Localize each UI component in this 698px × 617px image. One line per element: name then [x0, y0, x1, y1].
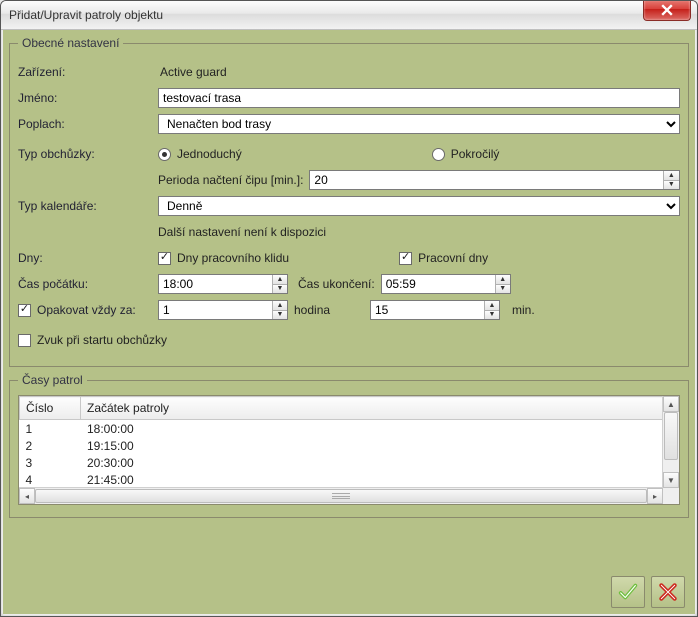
sound-on-start-label: Zvuk při startu obchůzky	[37, 333, 167, 347]
patrol-times-legend: Časy patrol	[18, 373, 87, 387]
calendar-type-label: Typ kalendáře:	[18, 199, 158, 213]
holidays-checkbox[interactable]: Dny pracovního klidu	[158, 251, 289, 265]
spinner-down-icon[interactable]: ▼	[485, 311, 499, 320]
dialog-actions	[611, 576, 685, 608]
cell-number: 2	[20, 437, 81, 454]
table-row[interactable]: 320:30:00	[20, 454, 663, 471]
spinner-down-icon[interactable]: ▼	[664, 181, 679, 190]
end-time-input[interactable]	[382, 275, 495, 293]
scroll-down-icon[interactable]: ▼	[663, 472, 679, 488]
scrollbar-corner	[663, 488, 679, 504]
cross-icon	[658, 582, 678, 602]
repeat-hours-input[interactable]	[159, 301, 272, 319]
cell-start-time: 19:15:00	[81, 437, 663, 454]
general-settings-legend: Obecné nastavení	[18, 36, 123, 50]
period-input[interactable]	[310, 171, 662, 189]
end-time-label: Čas ukončení:	[298, 277, 375, 291]
patrol-times-panel: Časy patrol Číslo Začátek patroly 118:00…	[9, 373, 689, 518]
spinner-up-icon[interactable]: ▲	[273, 301, 287, 311]
radio-icon	[158, 148, 171, 161]
scroll-right-icon[interactable]: ▸	[647, 488, 663, 504]
scrollbar-thumb[interactable]	[664, 412, 678, 460]
start-time-spinner[interactable]: ▲▼	[158, 274, 288, 294]
spinner-down-icon[interactable]: ▼	[273, 285, 287, 294]
alarm-label: Poplach:	[18, 117, 158, 131]
radio-icon	[432, 148, 445, 161]
client-area: Obecné nastavení Zařízení: Active guard …	[3, 30, 695, 614]
repeat-minutes-spinner[interactable]: ▲▼	[370, 300, 500, 320]
table-row[interactable]: 421:45:00	[20, 471, 663, 488]
window-close-button[interactable]	[643, 0, 691, 21]
dialog-window: Přidat/Upravit patroly objektu Obecné na…	[0, 0, 698, 617]
repeat-hours-spinner[interactable]: ▲▼	[158, 300, 288, 320]
general-settings-panel: Obecné nastavení Zařízení: Active guard …	[9, 36, 689, 367]
scroll-up-icon[interactable]: ▲	[663, 396, 679, 412]
spinner-up-icon[interactable]: ▲	[496, 275, 510, 285]
days-label: Dny:	[18, 251, 158, 265]
repeat-minutes-input[interactable]	[371, 301, 484, 319]
patrol-times-grid: Číslo Začátek patroly 118:00:00219:15:00…	[18, 395, 680, 505]
patrol-type-advanced-label: Pokročilý	[451, 147, 500, 161]
workdays-checkbox-label: Pracovní dny	[418, 251, 488, 265]
spinner-up-icon[interactable]: ▲	[485, 301, 499, 311]
cell-number: 3	[20, 454, 81, 471]
workdays-checkbox[interactable]: Pracovní dny	[399, 251, 488, 265]
repeat-checkbox[interactable]: Opakovat vždy za:	[18, 303, 158, 317]
ok-button[interactable]	[611, 576, 645, 608]
start-time-input[interactable]	[159, 275, 272, 293]
start-time-label: Čas počátku:	[18, 277, 158, 291]
end-time-spinner[interactable]: ▲▼	[381, 274, 511, 294]
spinner-down-icon[interactable]: ▼	[273, 311, 287, 320]
spinner-up-icon[interactable]: ▲	[664, 171, 679, 181]
cell-number: 1	[20, 420, 81, 438]
extra-settings-note: Další nastavení není k dispozici	[158, 221, 680, 243]
calendar-type-select[interactable]: Denně	[158, 196, 680, 216]
device-label: Zařízení:	[18, 65, 158, 79]
period-label: Perioda načtení čipu [min.]:	[158, 173, 303, 187]
titlebar: Přidat/Upravit patroly objektu	[1, 1, 697, 30]
cell-start-time: 18:00:00	[81, 420, 663, 438]
device-value: Active guard	[158, 65, 680, 79]
patrol-type-simple-label: Jednoduchý	[177, 147, 242, 161]
checkbox-icon	[158, 252, 171, 265]
vertical-scrollbar[interactable]: ▲ ▼	[662, 396, 679, 488]
patrol-times-table: Číslo Začátek patroly 118:00:00219:15:00…	[19, 396, 663, 488]
table-row[interactable]: 118:00:00	[20, 420, 663, 438]
checkbox-icon	[18, 304, 31, 317]
column-header-number[interactable]: Číslo	[20, 397, 81, 420]
cell-start-time: 20:30:00	[81, 454, 663, 471]
name-label: Jméno:	[18, 91, 158, 105]
checkbox-icon	[18, 334, 31, 347]
horizontal-scrollbar[interactable]: ◂ ▸	[19, 487, 663, 504]
scrollbar-thumb[interactable]	[35, 489, 647, 503]
patrol-type-advanced-radio[interactable]: Pokročilý	[432, 147, 500, 161]
checkbox-icon	[399, 252, 412, 265]
spinner-up-icon[interactable]: ▲	[273, 275, 287, 285]
repeat-minutes-unit: min.	[512, 303, 535, 317]
repeat-checkbox-label: Opakovat vždy za:	[37, 303, 136, 317]
cell-number: 4	[20, 471, 81, 488]
patrol-type-simple-radio[interactable]: Jednoduchý	[158, 147, 242, 161]
period-spinner[interactable]: ▲▼	[309, 170, 680, 190]
alarm-select[interactable]: Nenačten bod trasy	[158, 114, 680, 134]
scroll-left-icon[interactable]: ◂	[19, 488, 35, 504]
sound-on-start-checkbox[interactable]: Zvuk při startu obchůzky	[18, 333, 167, 347]
repeat-hours-unit: hodina	[294, 303, 364, 317]
column-header-start[interactable]: Začátek patroly	[81, 397, 663, 420]
holidays-checkbox-label: Dny pracovního klidu	[177, 251, 289, 265]
spinner-down-icon[interactable]: ▼	[496, 285, 510, 294]
cancel-button[interactable]	[651, 576, 685, 608]
checkmark-icon	[617, 581, 639, 603]
cell-start-time: 21:45:00	[81, 471, 663, 488]
table-row[interactable]: 219:15:00	[20, 437, 663, 454]
name-input[interactable]	[158, 88, 680, 108]
close-icon	[661, 4, 673, 16]
window-title: Přidat/Upravit patroly objektu	[9, 8, 163, 22]
patrol-type-label: Typ obchůzky:	[18, 147, 158, 161]
